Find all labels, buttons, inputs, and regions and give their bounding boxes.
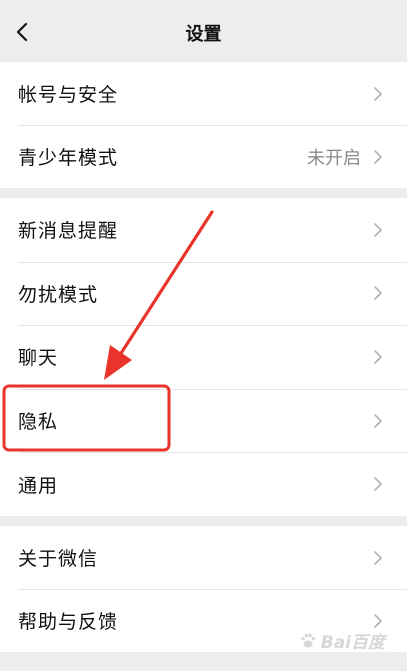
chevron-right-icon [374, 350, 382, 364]
settings-item-label: 新消息提醒 [18, 220, 119, 243]
watermark-text: Bai百度 [320, 633, 385, 653]
chevron-right-icon [374, 413, 382, 428]
page-title: 设置 [185, 24, 222, 45]
settings-item-value: 未开启 [307, 147, 361, 169]
chevron-right-icon [374, 286, 382, 301]
settings-item-label: 帐号与安全 [18, 84, 119, 106]
settings-item-new-message-alerts[interactable]: 新消息提醒 [0, 198, 407, 262]
chevron-right-icon [374, 477, 382, 491]
settings-item-teen-mode[interactable]: 青少年模式 未开启 [0, 125, 407, 188]
settings-item-label: 关于微信 [18, 548, 99, 570]
settings-item-label: 帮助与反馈 [18, 611, 119, 633]
settings-item-label: 青少年模式 [18, 147, 119, 169]
settings-item-label: 隐私 [18, 411, 59, 434]
settings-screen: 设置 帐号与安全 青少年模式 未开启 新消息提醒 勿扰模式 聊天 隐私 通用 关… [0, 0, 407, 671]
settings-group-general: 新消息提醒 勿扰模式 聊天 隐私 通用 [0, 198, 407, 516]
settings-item-privacy[interactable]: 隐私 [0, 388, 407, 453]
settings-item-label: 通用 [18, 474, 59, 497]
settings-item-about-wechat[interactable]: 关于微信 [0, 526, 407, 589]
chevron-right-icon [374, 222, 382, 237]
chevron-right-icon [374, 550, 382, 565]
settings-item-label: 勿扰模式 [18, 283, 99, 306]
settings-item-do-not-disturb[interactable]: 勿扰模式 [0, 261, 407, 326]
settings-item-general[interactable]: 通用 [0, 452, 407, 516]
settings-item-chat[interactable]: 聊天 [0, 325, 407, 389]
chevron-right-icon [374, 613, 382, 628]
top-bar: 设置 [0, 0, 407, 62]
settings-item-account-security[interactable]: 帐号与安全 [0, 62, 407, 125]
chevron-right-icon [374, 149, 382, 164]
paw-icon [300, 633, 316, 647]
chevron-right-icon [374, 86, 382, 101]
watermark: Bai百度 [299, 628, 385, 653]
settings-group-account: 帐号与安全 青少年模式 未开启 [0, 62, 407, 188]
settings-item-label: 聊天 [18, 347, 59, 370]
